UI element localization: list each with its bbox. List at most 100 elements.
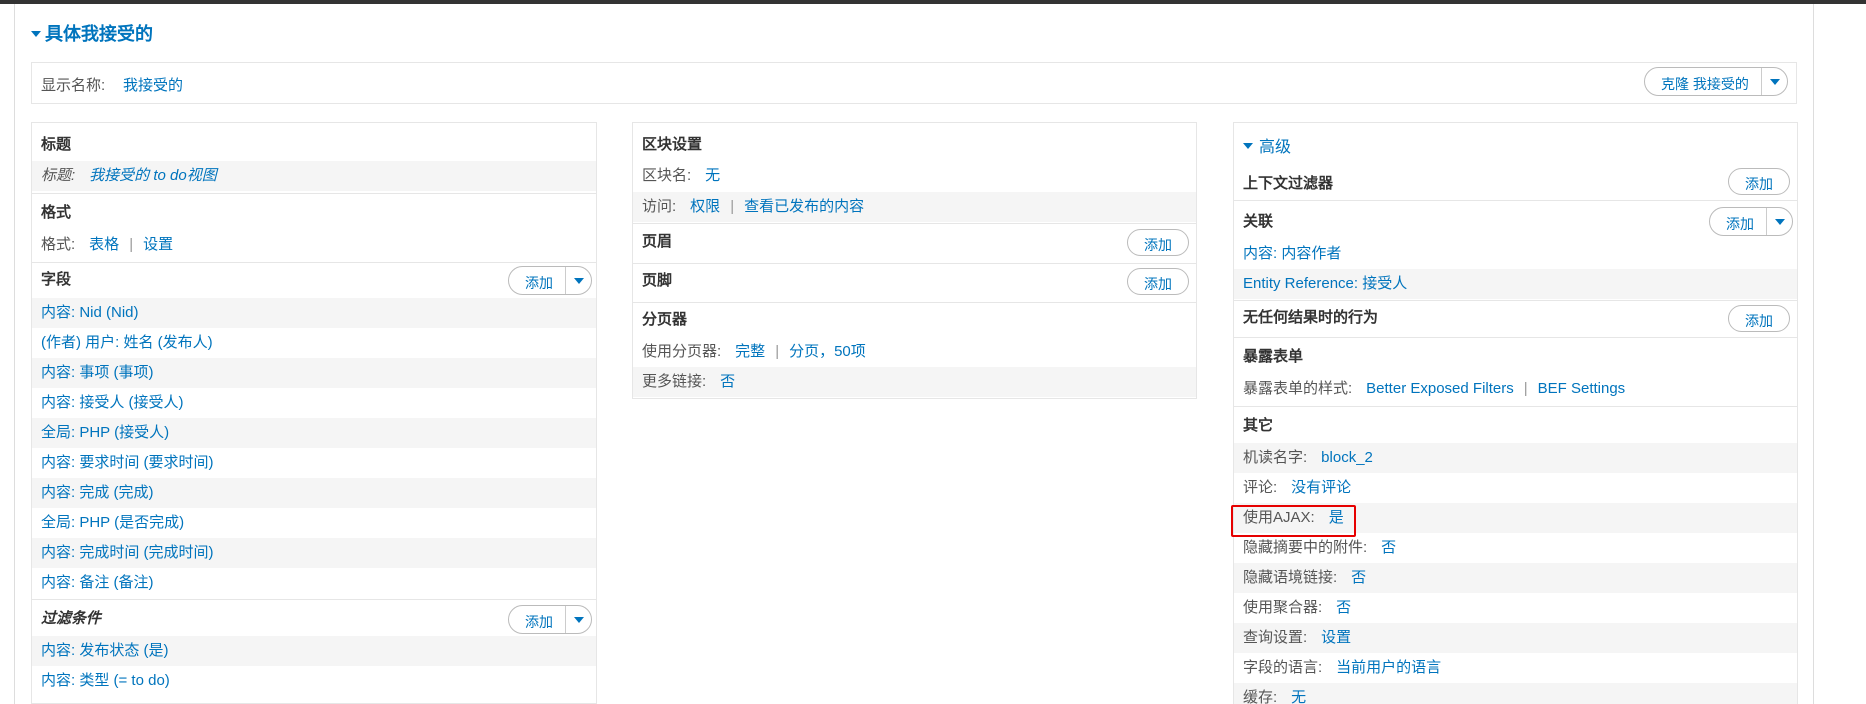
clone-button[interactable]: 克隆 我接受的 (1645, 68, 1761, 95)
relationship-item[interactable]: Entity Reference: 接受人 (1234, 269, 1797, 299)
field-item[interactable]: 内容: 完成 (完成) (32, 478, 596, 508)
header-section-heading: 页眉 (642, 233, 673, 250)
machine-name-row: 机读名字: block_2 (1234, 443, 1797, 473)
setting-key: 缓存: (1243, 689, 1278, 704)
fields-add-dropbutton[interactable]: 添加 (508, 266, 592, 295)
query-settings-row: 查询设置: 设置 (1234, 623, 1797, 653)
pager-full-link[interactable]: 完整 (735, 343, 765, 360)
bef-settings-link[interactable]: BEF Settings (1538, 380, 1626, 397)
pager-row: 使用分页器: 完整 | 分页，50项 (633, 337, 1196, 367)
field-link[interactable]: 全局: PHP (接受人) (41, 424, 169, 441)
filter-item[interactable]: 内容: 类型 (= to do) (32, 666, 596, 696)
setting-key: 隐藏摘要中的附件: (1243, 539, 1368, 556)
relationship-link[interactable]: 内容: 内容作者 (1243, 245, 1341, 262)
access-row: 访问: 权限 | 查看已发布的内容 (633, 192, 1196, 222)
setting-key: 查询设置: (1243, 629, 1308, 646)
field-item[interactable]: 内容: 完成时间 (完成时间) (32, 538, 596, 568)
filters-add-dropbutton[interactable]: 添加 (508, 605, 592, 634)
aggregation-link[interactable]: 否 (1336, 599, 1351, 616)
block-section-heading: 区块设置 (642, 136, 703, 153)
display-name-link[interactable]: 我接受的 (123, 74, 183, 95)
access-permission-link[interactable]: 权限 (690, 198, 720, 215)
divider (1234, 406, 1797, 407)
relationship-item[interactable]: 内容: 内容作者 (1234, 239, 1797, 269)
filters-add-button[interactable]: 添加 (509, 606, 565, 633)
field-item[interactable]: 内容: 事项 (事项) (32, 358, 596, 388)
divider (633, 263, 1196, 264)
more-link-value[interactable]: 否 (720, 373, 735, 390)
caching-link[interactable]: 无 (1291, 689, 1306, 704)
filter-link[interactable]: 内容: 发布状态 (是) (41, 642, 169, 659)
aggregation-row: 使用聚合器: 否 (1234, 593, 1797, 623)
hide-attachment-link[interactable]: 否 (1381, 539, 1396, 556)
field-link[interactable]: 内容: 完成 (完成) (41, 484, 154, 501)
field-item[interactable]: (作者) 用户: 姓名 (发布人) (32, 328, 596, 358)
field-link[interactable]: 全局: PHP (是否完成) (41, 514, 184, 531)
divider (1234, 200, 1797, 201)
access-key: 访问: (642, 198, 677, 215)
fields-add-button[interactable]: 添加 (509, 267, 565, 294)
right-column: 高级 上下文过滤器 添加 关联 添加 内容: 内容作者 Entity Refer… (1233, 122, 1798, 704)
chevron-down-icon[interactable] (565, 267, 591, 294)
divider (633, 302, 1196, 303)
filter-item[interactable]: 内容: 发布状态 (是) (32, 636, 596, 666)
field-item[interactable]: 内容: 接受人 (接受人) (32, 388, 596, 418)
field-language-row: 字段的语言: 当前用户的语言 (1234, 653, 1797, 683)
title-key: 标题: (41, 167, 76, 184)
relationship-link[interactable]: Entity Reference: 接受人 (1243, 275, 1407, 292)
caching-row: 缓存: 无 (1234, 683, 1797, 704)
block-name-row: 区块名: 无 (633, 161, 1196, 191)
filter-link[interactable]: 内容: 类型 (= to do) (41, 672, 170, 689)
view-display-title[interactable]: 具体我接受的 (31, 20, 153, 46)
format-value-link[interactable]: 表格 (89, 236, 119, 253)
field-item[interactable]: 内容: 备注 (备注) (32, 568, 596, 598)
title-section-heading: 标题 (41, 136, 72, 153)
title-value-link[interactable]: 我接受的 to do视图 (89, 167, 217, 184)
field-language-link[interactable]: 当前用户的语言 (1336, 659, 1441, 676)
machine-name-link[interactable]: block_2 (1321, 449, 1373, 466)
field-link[interactable]: 内容: 事项 (事项) (41, 364, 154, 381)
access-detail-link[interactable]: 查看已发布的内容 (744, 198, 864, 215)
relationships-add-dropbutton[interactable]: 添加 (1709, 207, 1793, 236)
exposed-form-style-link[interactable]: Better Exposed Filters (1366, 380, 1514, 397)
more-link-key: 更多链接: (642, 373, 707, 390)
left-column: 标题 标题: 我接受的 to do视图 格式 格式: 表格 | 设置 字段 添加 内容:… (31, 122, 597, 704)
comments-row: 评论: 没有评论 (1234, 473, 1797, 503)
footer-add-button[interactable]: 添加 (1127, 268, 1189, 295)
hide-contextual-links-link[interactable]: 否 (1351, 569, 1366, 586)
chevron-down-icon[interactable] (1760, 68, 1787, 95)
format-row: 格式: 表格 | 设置 (32, 230, 596, 260)
format-settings-link[interactable]: 设置 (143, 236, 173, 253)
field-link[interactable]: 内容: 完成时间 (完成时间) (41, 544, 214, 561)
relationships-add-button[interactable]: 添加 (1710, 208, 1766, 235)
field-link[interactable]: 内容: 要求时间 (要求时间) (41, 454, 214, 471)
divider (1234, 337, 1797, 338)
pager-items-link[interactable]: 分页，50项 (789, 343, 866, 360)
advanced-toggle[interactable]: 高级 (1243, 133, 1291, 157)
annotation-highlight-box (1231, 505, 1356, 537)
chevron-down-icon[interactable] (565, 606, 591, 633)
separator: | (129, 236, 134, 253)
field-item[interactable]: 全局: PHP (是否完成) (32, 508, 596, 538)
query-settings-link[interactable]: 设置 (1321, 629, 1351, 646)
chevron-down-icon[interactable] (1766, 208, 1792, 235)
divider (32, 193, 596, 194)
field-item[interactable]: 全局: PHP (接受人) (32, 418, 596, 448)
field-link[interactable]: 内容: Nid (Nid) (41, 304, 139, 321)
no-results-heading: 无任何结果时的行为 (1243, 309, 1379, 326)
block-name-link[interactable]: 无 (705, 167, 720, 184)
no-results-add-button[interactable]: 添加 (1728, 305, 1790, 332)
field-item[interactable]: 内容: 要求时间 (要求时间) (32, 448, 596, 478)
header-add-button[interactable]: 添加 (1127, 229, 1189, 256)
footer-section-heading: 页脚 (642, 272, 673, 289)
clone-dropbutton[interactable]: 克隆 我接受的 (1644, 67, 1788, 96)
context-filters-add-button[interactable]: 添加 (1728, 168, 1790, 195)
comments-link[interactable]: 没有评论 (1291, 479, 1351, 496)
field-item[interactable]: 内容: Nid (Nid) (32, 298, 596, 328)
exposed-form-row: 暴露表单的样式: Better Exposed Filters | BEF Setti… (1234, 374, 1797, 404)
field-link[interactable]: 内容: 接受人 (接受人) (41, 394, 184, 411)
field-link[interactable]: 内容: 备注 (备注) (41, 574, 154, 591)
field-link[interactable]: (作者) 用户: 姓名 (发布人) (41, 334, 213, 351)
collapse-triangle-icon (1243, 143, 1253, 149)
advanced-label: 高级 (1259, 139, 1292, 156)
